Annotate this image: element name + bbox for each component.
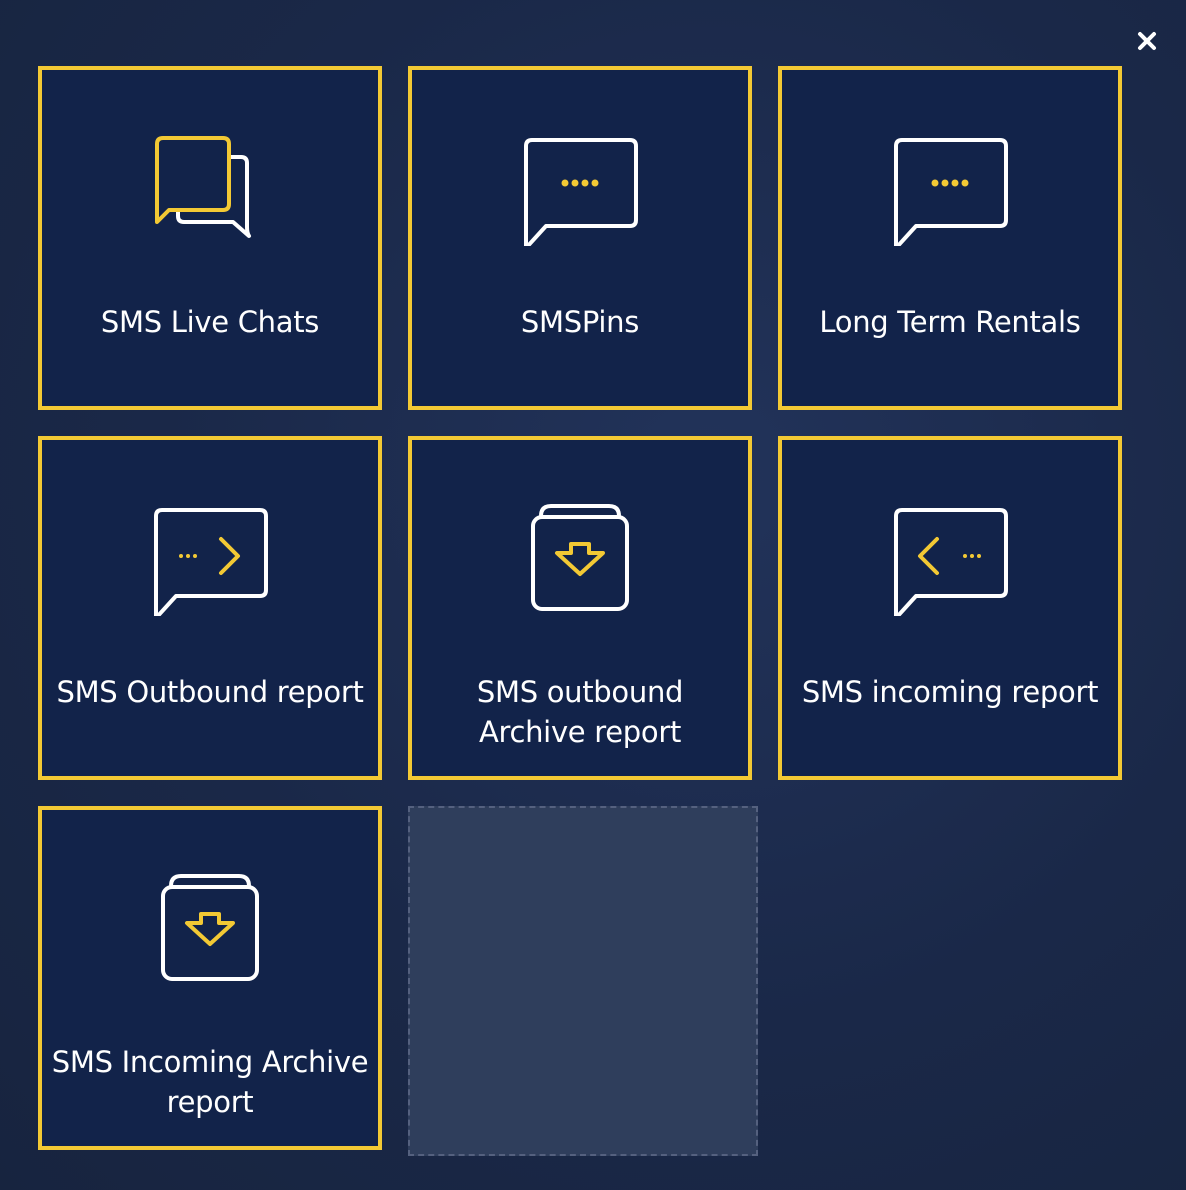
tile-sms-outbound-report[interactable]: SMS Outbound report bbox=[38, 436, 382, 780]
chat-dots-icon bbox=[515, 126, 645, 246]
tile-sms-outbound-archive-report[interactable]: SMS outbound Archive report bbox=[408, 436, 752, 780]
tile-label: SMS outbound Archive report bbox=[476, 675, 684, 749]
tile-smspins[interactable]: SMSPins bbox=[408, 66, 752, 410]
tile-long-term-rentals[interactable]: Long Term Rentals bbox=[778, 66, 1122, 410]
archive-download-icon bbox=[145, 866, 275, 986]
tile-label: SMS Live Chats bbox=[100, 305, 320, 339]
tile-label: SMS incoming report bbox=[801, 675, 1099, 709]
tile-label: Long Term Rentals bbox=[819, 305, 1081, 339]
chat-outbound-icon bbox=[145, 496, 275, 616]
chat-bubbles-icon bbox=[145, 126, 275, 246]
tile-label: SMS Outbound report bbox=[56, 675, 364, 709]
tile-label: SMS Incoming Archive report bbox=[51, 1045, 369, 1119]
tile-label: SMSPins bbox=[520, 305, 640, 339]
tile-sms-incoming-archive-report[interactable]: SMS Incoming Archive report bbox=[38, 806, 382, 1150]
chat-dots-icon bbox=[885, 126, 1015, 246]
chat-incoming-icon bbox=[885, 496, 1015, 616]
close-icon bbox=[1138, 32, 1156, 50]
archive-download-icon bbox=[515, 496, 645, 616]
close-button[interactable] bbox=[1132, 26, 1162, 56]
tile-sms-live-chats[interactable]: SMS Live Chats bbox=[38, 66, 382, 410]
tile-sms-incoming-report[interactable]: SMS incoming report bbox=[778, 436, 1122, 780]
tile-placeholder bbox=[408, 806, 758, 1156]
